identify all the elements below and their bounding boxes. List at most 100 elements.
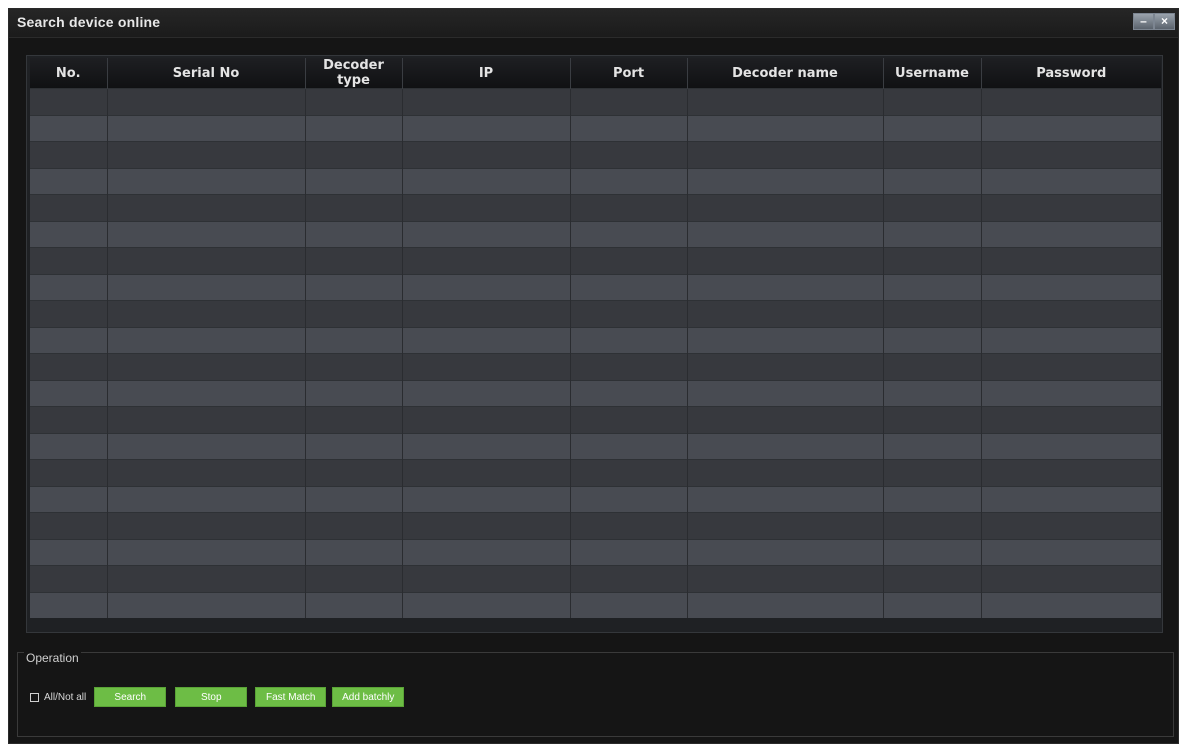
table-cell [304, 379, 402, 407]
table-cell [401, 565, 570, 592]
window-title: Search device online [17, 14, 161, 30]
table-cell [569, 247, 687, 274]
table-cell [30, 406, 107, 433]
search-button[interactable]: Search [94, 687, 167, 707]
table-cell [980, 88, 1161, 115]
table-row[interactable] [30, 406, 1161, 433]
table-cell [30, 194, 107, 221]
table-cell [401, 220, 570, 248]
search-device-window: Search device online – × No. Serial No D… [8, 8, 1179, 744]
fast-match-button[interactable]: Fast Match [255, 687, 327, 707]
table-cell [882, 459, 981, 486]
table-row[interactable] [30, 141, 1161, 168]
table-cell [980, 406, 1161, 433]
table-cell [401, 591, 570, 618]
column-header-username[interactable]: Username [882, 58, 981, 89]
table-cell [304, 300, 402, 327]
table-cell [401, 167, 570, 195]
column-header-decoder-type[interactable]: Decoder type [304, 58, 402, 89]
table-cell [882, 114, 981, 142]
select-all-checkbox[interactable] [30, 692, 39, 702]
table-cell [106, 459, 305, 486]
table-cell [401, 538, 570, 566]
table-cell [106, 141, 305, 168]
table-cell [980, 591, 1161, 618]
table-row[interactable] [30, 220, 1161, 248]
table-cell [882, 273, 981, 301]
table-row[interactable] [30, 326, 1161, 354]
table-cell [106, 353, 305, 380]
table-cell [569, 432, 687, 460]
table-cell [686, 538, 883, 566]
table-row[interactable] [30, 88, 1161, 115]
column-header-ip[interactable]: IP [401, 58, 570, 89]
table-cell [569, 167, 687, 195]
table-cell [30, 141, 107, 168]
table-cell [686, 591, 883, 618]
title-bar[interactable]: Search device online – × [9, 9, 1178, 38]
table-cell [106, 512, 305, 539]
table-row[interactable] [30, 194, 1161, 221]
table-cell [304, 485, 402, 513]
table-cell [686, 512, 883, 539]
table-cell [30, 88, 107, 115]
table-row[interactable] [30, 114, 1161, 142]
table-row[interactable] [30, 591, 1161, 618]
table-row[interactable] [30, 459, 1161, 486]
stop-button[interactable]: Stop [175, 687, 248, 707]
table-row[interactable] [30, 432, 1161, 460]
table-cell [106, 88, 305, 115]
table-cell [106, 485, 305, 513]
table-row[interactable] [30, 538, 1161, 566]
table-cell [304, 114, 402, 142]
column-header-serial-no[interactable]: Serial No [106, 58, 305, 89]
table-cell [401, 194, 570, 221]
column-header-port[interactable]: Port [569, 58, 687, 89]
table-cell [106, 194, 305, 221]
table-cell [882, 353, 981, 380]
table-cell [882, 406, 981, 433]
table-cell [30, 485, 107, 513]
table-cell [686, 406, 883, 433]
table-row[interactable] [30, 273, 1161, 301]
table-cell [106, 326, 305, 354]
table-cell [30, 220, 107, 248]
table-cell [882, 247, 981, 274]
table-cell [401, 141, 570, 168]
table-cell [980, 247, 1161, 274]
table-row[interactable] [30, 167, 1161, 195]
column-header-no[interactable]: No. [30, 58, 107, 89]
table-cell [401, 432, 570, 460]
table-row[interactable] [30, 485, 1161, 513]
table-cell [882, 167, 981, 195]
table-cell [980, 194, 1161, 221]
table-row[interactable] [30, 300, 1161, 327]
table-cell [686, 300, 883, 327]
select-all-label[interactable]: All/Not all [44, 692, 86, 703]
table-cell [304, 512, 402, 539]
add-batchly-button[interactable]: Add batchly [332, 687, 405, 707]
column-header-decoder-name[interactable]: Decoder name [686, 58, 883, 89]
table-cell [569, 273, 687, 301]
table-cell [401, 353, 570, 380]
table-cell [980, 565, 1161, 592]
device-table: No. Serial No Decoder type IP Port Decod… [30, 58, 1161, 618]
table-row[interactable] [30, 512, 1161, 539]
table-row[interactable] [30, 247, 1161, 274]
table-row[interactable] [30, 353, 1161, 380]
minimize-button[interactable]: – [1133, 13, 1154, 30]
column-header-password[interactable]: Password [980, 58, 1161, 89]
table-row[interactable] [30, 565, 1161, 592]
close-button[interactable]: × [1154, 13, 1175, 30]
table-cell [980, 326, 1161, 354]
table-cell [569, 459, 687, 486]
table-cell [304, 194, 402, 221]
table-cell [106, 220, 305, 248]
table-row[interactable] [30, 379, 1161, 407]
table-cell [980, 485, 1161, 513]
table-cell [304, 141, 402, 168]
table-cell [569, 538, 687, 566]
table-cell [401, 247, 570, 274]
table-cell [686, 220, 883, 248]
table-cell [30, 565, 107, 592]
